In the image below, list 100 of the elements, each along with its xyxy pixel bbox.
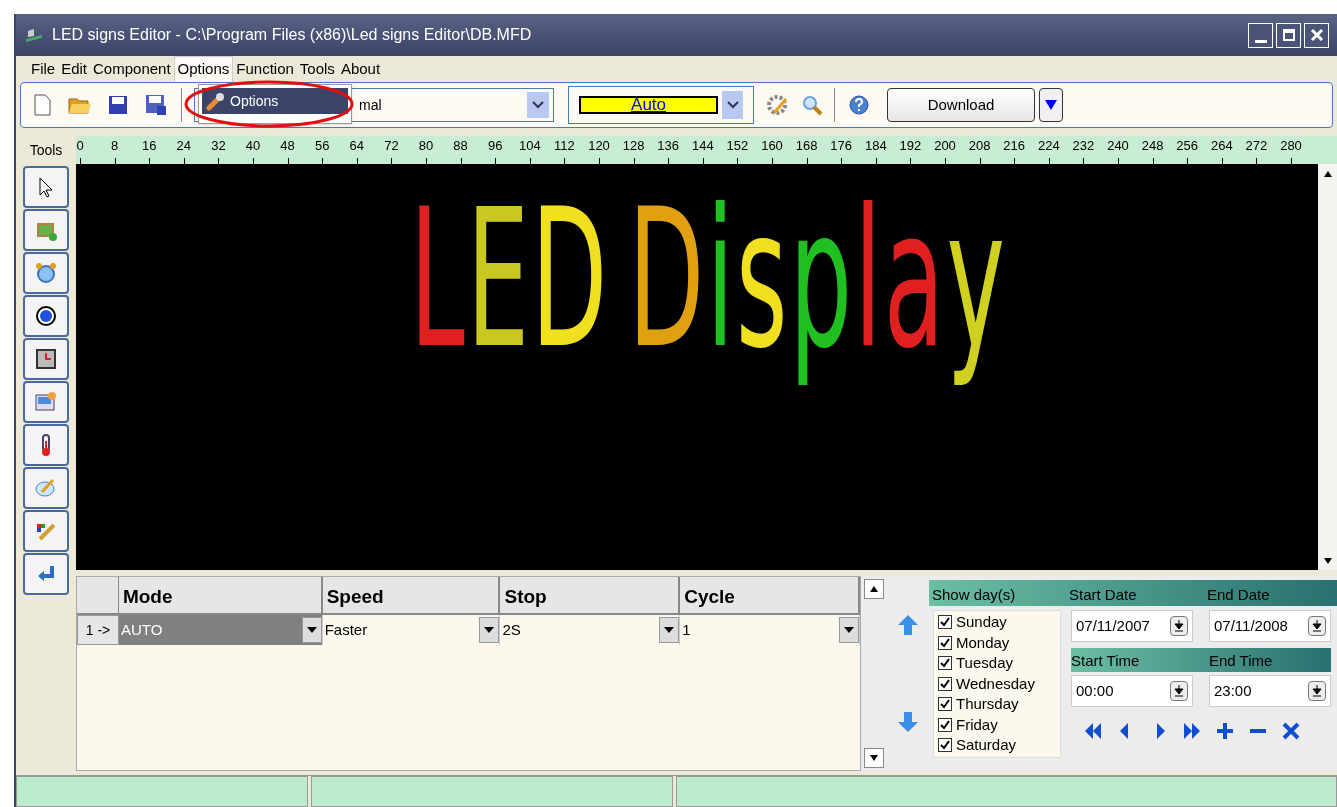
- field-value: 23:00: [1214, 680, 1252, 701]
- day-checkbox[interactable]: Saturday: [938, 735, 1056, 756]
- triangle-up-icon: [870, 586, 878, 592]
- move-up-arrow-icon[interactable]: [897, 613, 919, 636]
- ruler-number: 56: [314, 137, 330, 155]
- day-checkbox[interactable]: Monday: [938, 632, 1056, 653]
- led-character: l: [853, 168, 882, 392]
- ruler-number: 208: [968, 137, 991, 155]
- ruler-number: 8: [111, 137, 119, 155]
- menu-item[interactable]: Function: [233, 56, 297, 82]
- ruler-number: 0: [76, 137, 84, 155]
- cell-value: Faster: [323, 619, 368, 640]
- menu-item[interactable]: About: [337, 56, 384, 82]
- ruler-number: 104: [518, 137, 541, 155]
- ruler-number: 176: [830, 137, 853, 155]
- ruler-number: 192: [899, 137, 922, 155]
- led-character: p: [789, 168, 852, 392]
- cell-value: 2S: [501, 619, 521, 640]
- maximize-button[interactable]: [1276, 22, 1301, 48]
- ruler-number: 200: [934, 137, 956, 155]
- delete-x-icon[interactable]: [1281, 721, 1301, 741]
- chevron-down-icon: [726, 101, 739, 109]
- ruler-number: 216: [1003, 137, 1026, 155]
- close-button[interactable]: [1304, 22, 1329, 48]
- scroll-down-button[interactable]: [864, 748, 884, 768]
- tool-button[interactable]: [23, 424, 69, 466]
- ruler-number: 184: [864, 137, 887, 155]
- download-button[interactable]: Download: [887, 88, 1035, 122]
- led-character: E: [466, 168, 529, 392]
- down-arrow-icon: [1174, 620, 1184, 632]
- ruler-number: 160: [761, 137, 783, 155]
- move-down-arrow-icon[interactable]: [897, 711, 919, 734]
- day-checkbox[interactable]: Friday: [938, 714, 1056, 735]
- caret-icon: [844, 627, 854, 633]
- dropdown-cell[interactable]: 1: [680, 615, 860, 645]
- tools-label: Tools: [28, 140, 64, 160]
- down-arrow-icon: [1174, 685, 1184, 697]
- ruler-number: 272: [1245, 137, 1268, 155]
- first-record-icon[interactable]: [1083, 721, 1103, 741]
- day-checkbox[interactable]: Wednesday: [938, 673, 1056, 694]
- dropdown-cell[interactable]: 2S: [500, 615, 681, 645]
- minimize-button[interactable]: [1248, 22, 1273, 48]
- ruler-number: 248: [1141, 137, 1164, 155]
- letter-e-badge-icon: [34, 304, 58, 328]
- caret-icon: [664, 627, 675, 633]
- ruler-number: 240: [1107, 137, 1129, 155]
- led-character: i: [706, 168, 734, 392]
- clock-face-icon: [34, 347, 58, 371]
- date-field[interactable]: 07/11/2008: [1209, 610, 1331, 642]
- caret-icon: [306, 627, 317, 633]
- ruler-number: 168: [795, 137, 818, 155]
- ruler-number: 16: [141, 137, 157, 155]
- ruler-number: 224: [1037, 137, 1060, 155]
- scroll-up-button[interactable]: [864, 579, 884, 599]
- download-dropdown-button[interactable]: [1039, 88, 1063, 122]
- ruler-number: 64: [349, 137, 365, 155]
- header-label: Show day(s): [931, 584, 1017, 605]
- menu-item[interactable]: Edit: [58, 56, 91, 82]
- color-combo[interactable]: Auto: [568, 86, 754, 124]
- ruler-number: 264: [1210, 137, 1233, 155]
- row-header[interactable]: 1 ->: [77, 615, 119, 645]
- menu-item[interactable]: Tools: [296, 56, 338, 82]
- header-label: Start Date: [1069, 584, 1138, 605]
- chevron-down-icon: [532, 101, 544, 109]
- date-field[interactable]: 23:00: [1209, 675, 1331, 707]
- field-value: 07/11/2007: [1076, 615, 1150, 636]
- day-checkbox[interactable]: Sunday: [938, 612, 1056, 633]
- cell-value: 1: [681, 619, 691, 640]
- ruler-number: 152: [726, 137, 749, 155]
- triangle-down-icon: [1044, 99, 1058, 111]
- led-sign-icon: [24, 27, 44, 43]
- tool-button[interactable]: [23, 338, 69, 380]
- menu-item[interactable]: Component: [90, 56, 174, 82]
- font-combo-value: mal: [359, 95, 382, 115]
- day-checkbox[interactable]: Tuesday: [938, 653, 1056, 674]
- ruler-number: 136: [657, 137, 680, 155]
- day-checkbox[interactable]: Thursday: [938, 694, 1056, 715]
- ruler-number: 112: [554, 137, 575, 155]
- menu-item[interactable]: File: [28, 56, 59, 82]
- down-arrow-icon: [1312, 620, 1322, 632]
- last-record-icon[interactable]: [1182, 721, 1202, 741]
- ruler-number: 72: [384, 137, 399, 155]
- ruler-number: 144: [691, 137, 714, 155]
- ruler-number: 80: [418, 137, 434, 155]
- menu-item[interactable]: Options: [173, 56, 234, 82]
- date-field[interactable]: 00:00: [1071, 675, 1193, 707]
- ruler-number: 120: [588, 137, 610, 155]
- plus-icon[interactable]: [1215, 721, 1235, 741]
- date-field[interactable]: 07/11/2007: [1071, 610, 1193, 642]
- down-arrow-icon: [1312, 685, 1322, 697]
- header-label: End Date: [1207, 584, 1270, 605]
- dropdown-cell[interactable]: AUTO: [118, 615, 323, 645]
- ruler-number: 280: [1280, 137, 1302, 155]
- menu-item[interactable]: Options: [202, 88, 348, 114]
- dropdown-cell[interactable]: Faster: [322, 615, 501, 645]
- tool-button[interactable]: [23, 295, 69, 337]
- ruler-number: 128: [622, 137, 645, 155]
- alarm-clock-icon: [34, 261, 58, 285]
- window-title: LED signs Editor - C:\Program Files (x86)\Led signs Editor\DB.MFD: [52, 25, 533, 45]
- checkmark-icon: [940, 719, 950, 730]
